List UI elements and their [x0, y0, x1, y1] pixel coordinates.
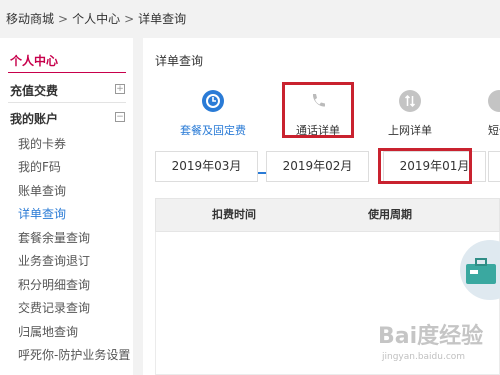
data-arrows-icon — [399, 90, 421, 112]
sidebar-item-detail-query[interactable]: 详单查询 — [18, 205, 66, 222]
breadcrumb-current: 详单查询 — [138, 12, 187, 26]
sidebar-item-service-unsubscribe[interactable]: 业务查询退订 — [18, 252, 90, 269]
sidebar-item-fcode[interactable]: 我的F码 — [18, 158, 61, 175]
highlight-box-call-details — [282, 82, 354, 138]
sidebar-item-bill-query[interactable]: 账单查询 — [18, 182, 66, 199]
sidebar: 个人中心 充值交费 + 我的账户 − 我的卡券 我的F码 账单查询 详单查询 套… — [0, 38, 133, 375]
minus-square-icon[interactable]: − — [115, 112, 125, 122]
sidebar-item-coupons[interactable]: 我的卡券 — [18, 135, 66, 152]
breadcrumb-separator: > — [124, 12, 135, 26]
sidebar-item-payment-records[interactable]: 交费记录查询 — [18, 299, 90, 316]
tab-sms-details[interactable]: 短信 — [444, 90, 500, 138]
column-header-charge-time: 扣费时间 — [212, 208, 256, 221]
page-title: 详单查询 — [155, 54, 204, 68]
breadcrumb: 移动商城 > 个人中心 > 详单查询 — [0, 0, 500, 38]
breadcrumb-home[interactable]: 移动商城 — [6, 12, 54, 26]
plus-square-icon[interactable]: + — [115, 84, 125, 94]
table-header: 扣费时间 使用周期 — [155, 198, 500, 232]
tab-label: 套餐及固定费 — [180, 124, 246, 137]
month-button-2019-02[interactable]: 2019年02月 — [266, 151, 369, 182]
sidebar-item-points-detail[interactable]: 积分明细查询 — [18, 276, 90, 293]
column-header-usage-period: 使用周期 — [368, 208, 412, 221]
tab-plan-fixed-fee[interactable]: 套餐及固定费 — [158, 90, 268, 138]
sidebar-title-underline — [8, 72, 126, 73]
divider — [8, 102, 126, 103]
highlight-box-january — [378, 148, 472, 184]
sidebar-item-plan-balance[interactable]: 套餐余量查询 — [18, 229, 90, 246]
sidebar-group-account[interactable]: 我的账户 — [10, 110, 58, 127]
toolbox-icon — [466, 258, 496, 284]
sidebar-item-anti-harassment[interactable]: 呼死你-防护业务设置 — [18, 346, 130, 363]
breadcrumb-separator: > — [58, 12, 69, 26]
sidebar-group-recharge[interactable]: 充值交费 — [10, 82, 58, 99]
sidebar-title: 个人中心 — [10, 54, 59, 68]
message-icon — [488, 90, 500, 112]
sidebar-item-location-query[interactable]: 归属地查询 — [18, 323, 78, 340]
clock-icon — [202, 90, 224, 112]
tab-label: 短信 — [488, 124, 500, 137]
month-button-next[interactable] — [488, 151, 500, 182]
month-button-2019-03[interactable]: 2019年03月 — [155, 151, 258, 182]
breadcrumb-center[interactable]: 个人中心 — [72, 12, 120, 26]
watermark-url: jingyan.baidu.com — [382, 352, 466, 362]
